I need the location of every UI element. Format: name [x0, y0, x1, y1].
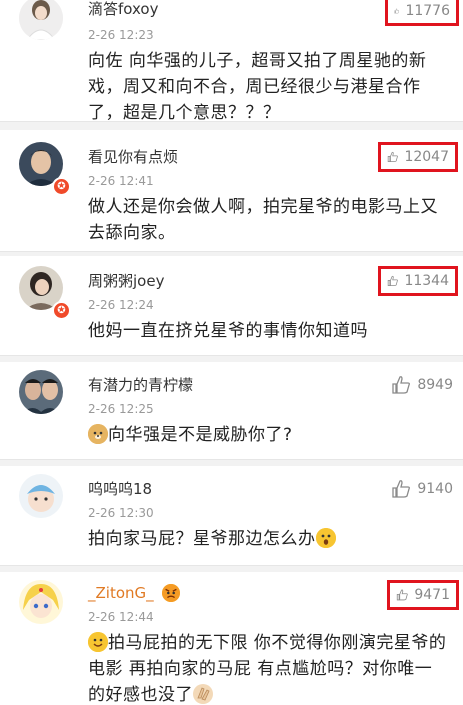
thumbs-up-icon: [392, 480, 411, 498]
verified-badge-icon: ✪: [52, 177, 71, 196]
comment-username[interactable]: 周粥粥joey: [88, 270, 164, 291]
comment-item[interactable]: 滴答foxoy 2-26 12:23 11776 向佐 向华强的儿子，超哥又拍了…: [0, 0, 463, 123]
comment-username[interactable]: 滴答foxoy: [88, 0, 158, 19]
thumbs-up-icon: [396, 589, 408, 601]
like-button[interactable]: 9140: [385, 474, 459, 504]
like-count: 12047: [404, 149, 449, 165]
avatar[interactable]: [19, 0, 63, 40]
doge-emoji-icon: [88, 424, 108, 444]
verified-badge-icon: ✪: [52, 301, 71, 320]
thumbs-up-icon: [394, 8, 400, 14]
comment-username[interactable]: 呜呜呜18: [88, 478, 152, 499]
like-count: 9471: [414, 587, 450, 603]
comment-text: 向华强是不是威胁你了?: [88, 422, 448, 448]
thumbs-up-icon: [392, 376, 411, 394]
like-button[interactable]: 11344: [378, 266, 458, 296]
comment-text-body: 向华强是不是威胁你了?: [108, 425, 293, 445]
comment-username[interactable]: _ZitonG_: [88, 584, 181, 602]
avatar[interactable]: [19, 474, 63, 518]
comment-item[interactable]: 有潜力的青柠檬 2-26 12:25 8949 向华强是不是威胁你了?: [0, 362, 463, 460]
like-count: 9140: [417, 481, 453, 497]
avatar[interactable]: [19, 580, 63, 624]
like-count: 11776: [405, 3, 450, 19]
like-count: 8949: [417, 377, 453, 393]
comment-username[interactable]: 有潜力的青柠檬: [88, 374, 193, 395]
comment-item[interactable]: ✪ 看见你有点烦 2-26 12:41 12047 做人还是你会做人啊，拍完星爷…: [0, 130, 463, 252]
comment-time: 2-26 12:44: [88, 610, 154, 624]
like-button[interactable]: 8949: [385, 370, 459, 400]
comment-text-body: 拍向家马屁？星爷那边怎么办: [88, 529, 316, 549]
comment-username[interactable]: 看见你有点烦: [88, 146, 178, 167]
comment-item[interactable]: _ZitonG_ 2-26 12:44 9471 拍马屁拍的无下限 你不觉得你刚…: [0, 572, 463, 705]
comment-item[interactable]: 呜呜呜18 2-26 12:30 9140 拍向家马屁？星爷那边怎么办: [0, 466, 463, 566]
comment-time: 2-26 12:24: [88, 298, 154, 312]
comment-item[interactable]: ✪ 周粥粥joey 2-26 12:24 11344 他妈一直在挤兑星爷的事情你…: [0, 256, 463, 356]
like-button[interactable]: 11776: [385, 0, 459, 26]
comment-text: 做人还是你会做人啊，拍完星爷的电影马上又去舔向家。: [88, 197, 438, 243]
surprised-emoji-icon: [315, 528, 336, 548]
comment-text: 向佐 向华强的儿子，超哥又拍了周星驰的新戏，周又和向不合，周已经很少与港星合作了…: [88, 51, 427, 123]
comment-time: 2-26 12:23: [88, 28, 154, 42]
comment-time: 2-26 12:25: [88, 402, 154, 416]
like-button[interactable]: 12047: [378, 142, 458, 172]
comment-text: 拍马屁拍的无下限 你不觉得你刚演完星爷的电影 再拍向家的马屁 有点尴尬吗？对你唯…: [88, 630, 448, 704]
angry-emoji-icon: [162, 584, 181, 602]
smile-emoji-icon: [88, 632, 108, 652]
thumbs-up-icon: [387, 275, 398, 286]
divider: [0, 122, 463, 130]
comment-username-text: _ZitonG_: [88, 584, 154, 602]
comment-text: 拍向家马屁？星爷那边怎么办: [88, 526, 448, 552]
like-button[interactable]: 9471: [387, 580, 459, 610]
comment-text-body: 拍马屁拍的无下限 你不觉得你刚演完星爷的电影 再拍向家的马屁 有点尴尬吗？对你唯…: [88, 633, 447, 704]
like-count: 11344: [404, 273, 449, 289]
comment-text: 他妈一直在挤兑星爷的事情你知道吗: [88, 321, 368, 341]
avatar[interactable]: [19, 370, 63, 414]
comment-time: 2-26 12:41: [88, 174, 154, 188]
clap-emoji-icon: [193, 684, 213, 704]
thumbs-up-icon: [387, 151, 398, 162]
comment-time: 2-26 12:30: [88, 506, 154, 520]
